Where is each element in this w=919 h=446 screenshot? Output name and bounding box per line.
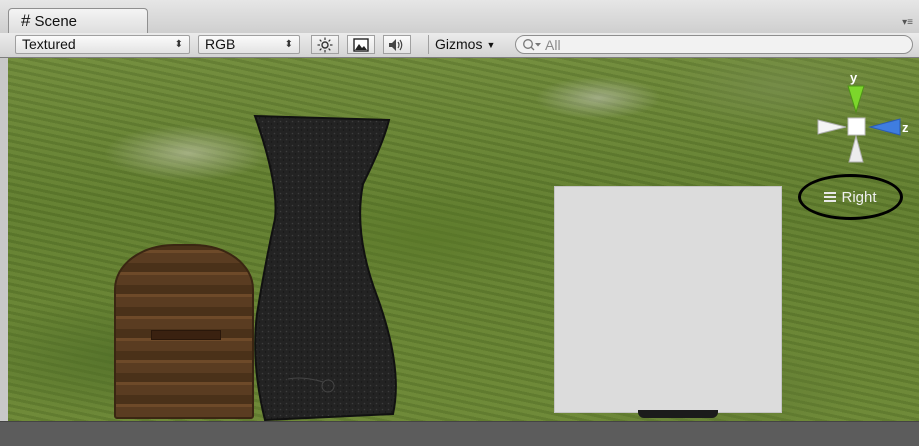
image-icon xyxy=(353,37,369,52)
render-mode-dropdown[interactable]: Textured ⬍ xyxy=(15,35,190,54)
tab-label: Scene xyxy=(34,12,78,30)
search-field[interactable] xyxy=(515,35,913,54)
plane-base-shadow xyxy=(638,410,718,418)
menu-lines-icon xyxy=(824,190,837,204)
tab-scene[interactable]: # Scene xyxy=(8,8,148,33)
view-orientation-label[interactable]: Right xyxy=(798,174,903,220)
search-input[interactable] xyxy=(545,36,845,53)
negative-z-axis-cone[interactable] xyxy=(817,119,847,135)
audio-toggle-button[interactable] xyxy=(383,35,411,54)
z-axis-label: z xyxy=(902,120,909,135)
scene-window: # Scene ▾≡ Textured ⬍ RGB ⬍ Gizmos ▼ All… xyxy=(0,0,919,446)
speaker-icon xyxy=(389,38,403,51)
scene-toolbar: Textured ⬍ RGB ⬍ Gizmos ▼ All xyxy=(0,33,919,58)
gizmos-dropdown[interactable]: Gizmos ▼ xyxy=(428,35,506,54)
y-axis-cone[interactable] xyxy=(847,85,865,114)
chevron-down-icon: ▼ xyxy=(486,39,496,50)
center-cube[interactable] xyxy=(847,117,866,136)
view-name: Right xyxy=(841,188,877,206)
white-plane-object[interactable] xyxy=(554,186,782,413)
gizmos-label: Gizmos xyxy=(435,36,483,52)
y-axis-label: y xyxy=(850,70,858,85)
hash-icon: # xyxy=(21,11,31,30)
window-menu-icon[interactable]: ▾≡ xyxy=(902,17,913,28)
wooden-door-object[interactable] xyxy=(114,244,254,419)
z-axis-cone[interactable] xyxy=(868,118,901,136)
bottom-panel-strip xyxy=(0,421,919,446)
lighting-toggle-button[interactable] xyxy=(311,35,339,54)
updown-arrows-icon: ⬍ xyxy=(174,39,183,50)
render-mode-value: Textured xyxy=(22,36,76,52)
scene-viewport[interactable]: y z Right xyxy=(8,58,919,421)
dark-vase-object[interactable] xyxy=(243,114,398,421)
updown-arrows-icon: ⬍ xyxy=(284,39,293,50)
search-icon xyxy=(523,38,541,50)
tab-bar: # Scene ▾≡ xyxy=(0,0,919,34)
negative-y-axis-cone[interactable] xyxy=(848,134,864,163)
channel-value: RGB xyxy=(205,36,236,52)
channel-dropdown[interactable]: RGB ⬍ xyxy=(198,35,300,54)
scene-effects-toggle-button[interactable] xyxy=(347,35,375,54)
door-slot xyxy=(151,330,221,340)
sun-icon xyxy=(317,37,333,52)
